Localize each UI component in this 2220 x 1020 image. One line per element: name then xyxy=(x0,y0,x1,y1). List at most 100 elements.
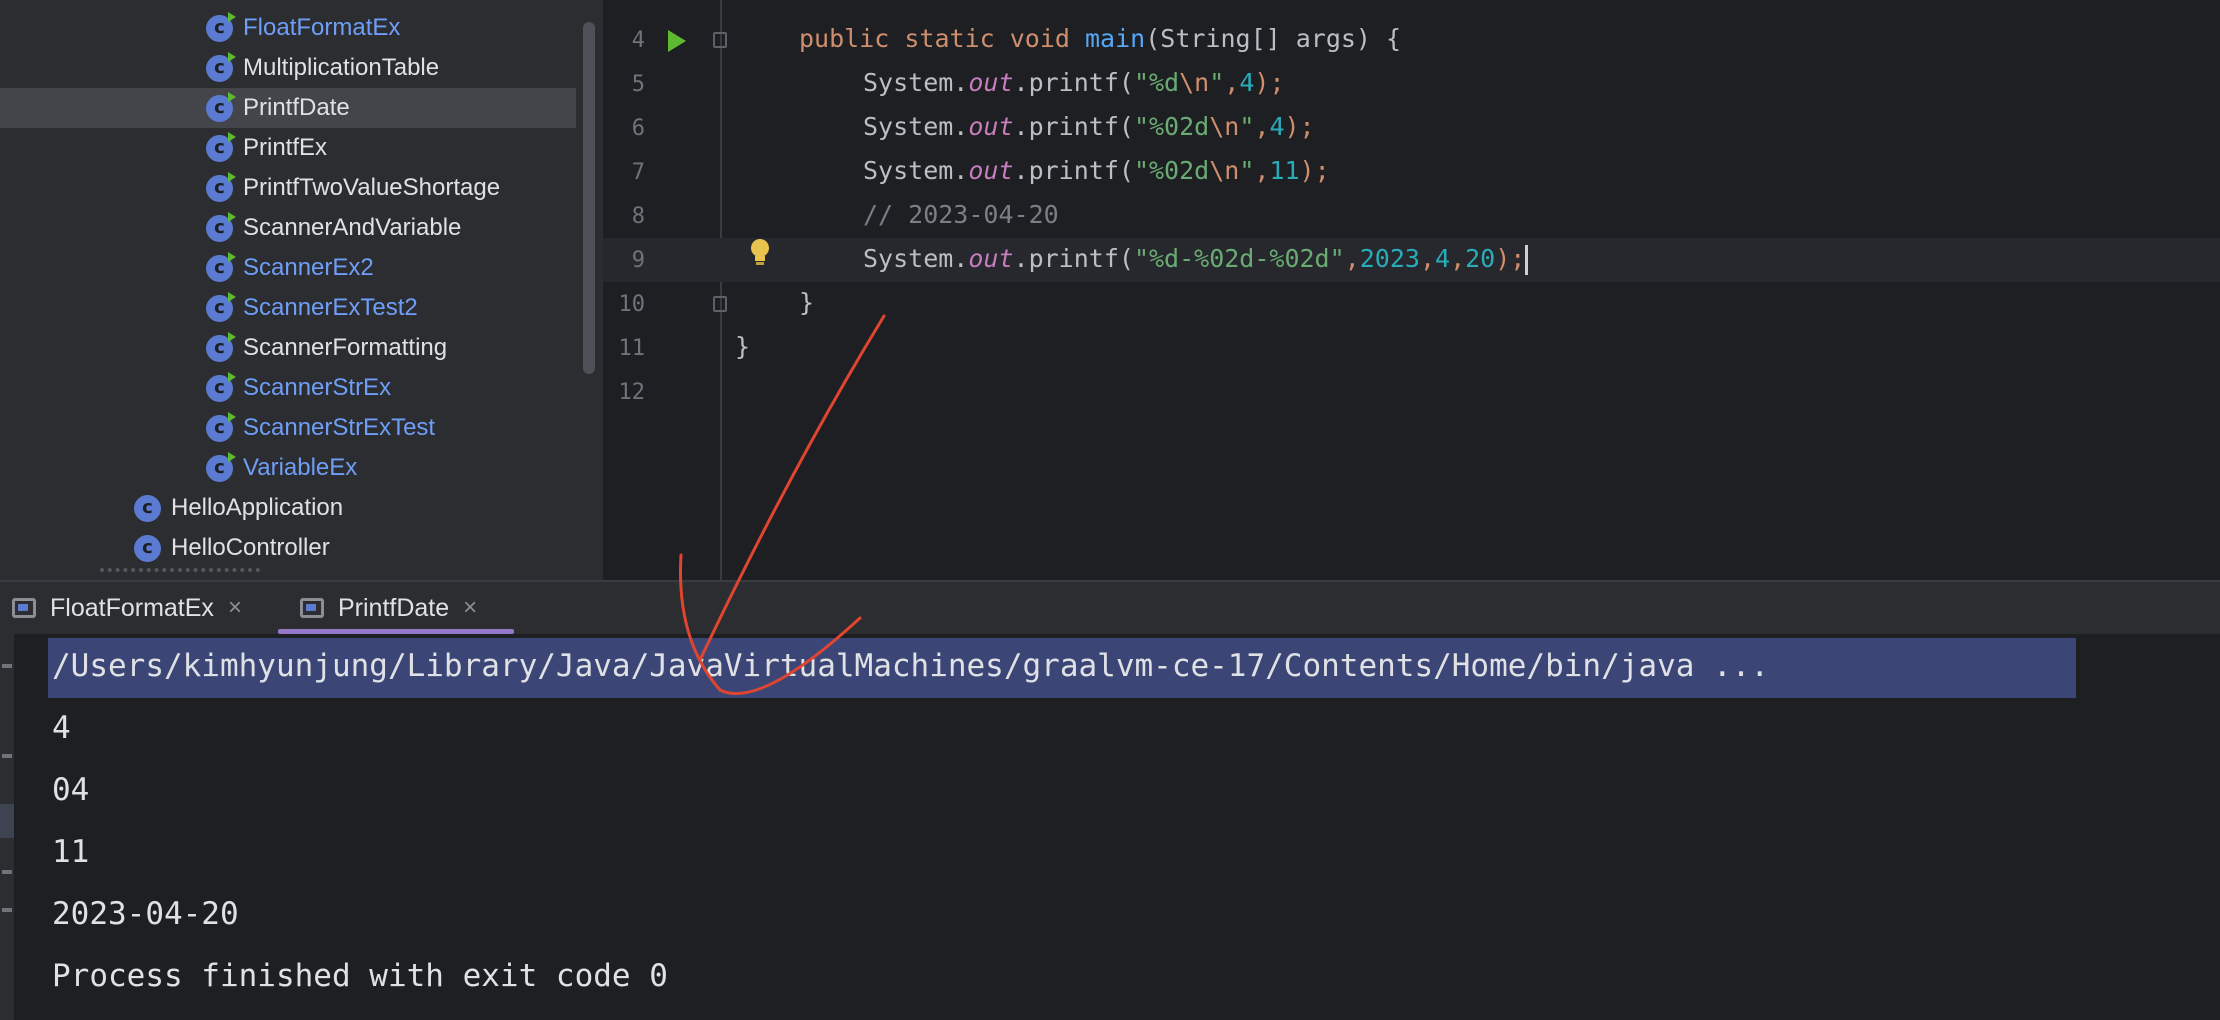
java-class-icon: c xyxy=(206,411,236,442)
code-line-6: System.out.printf("%02d\n",4); xyxy=(863,112,1315,141)
escape-sequence: \n xyxy=(1179,68,1210,97)
tree-item[interactable]: c PrintfTwoValueShortage xyxy=(0,168,576,208)
lightbulb-icon[interactable] xyxy=(748,237,772,269)
tree-item[interactable]: c MultiplicationTable xyxy=(0,48,576,88)
java-class-icon: c xyxy=(206,131,236,162)
comma: , xyxy=(1254,156,1270,185)
number-literal: 4 xyxy=(1269,112,1285,141)
code-text: .printf( xyxy=(1013,156,1134,185)
java-class-icon: c xyxy=(206,451,236,482)
tree-item[interactable]: c PrintfEx xyxy=(0,128,576,168)
tree-item[interactable]: c ScannerAndVariable xyxy=(0,208,576,248)
number-literal: 4 xyxy=(1435,244,1451,273)
tree-item-label: PrintfEx xyxy=(243,134,328,161)
number-literal: 2023 xyxy=(1359,244,1420,273)
code-text: System. xyxy=(863,68,969,97)
console-command-line: /Users/kimhyunjung/Library/Java/JavaVirt… xyxy=(52,648,1770,684)
code-text: (String[] args) { xyxy=(1145,24,1402,53)
fold-marker-icon[interactable] xyxy=(713,296,727,312)
text-caret xyxy=(1525,245,1529,275)
string-literal: " xyxy=(1239,156,1255,185)
string-literal: "%02d xyxy=(1133,112,1210,141)
tree-item-label: ScannerEx2 xyxy=(243,254,374,281)
keyword: public static void xyxy=(799,24,1070,53)
line-number: 7 xyxy=(631,160,645,185)
tree-item[interactable]: c VariableEx xyxy=(0,448,576,488)
close-icon[interactable]: × xyxy=(463,594,477,622)
console-output-line: 4 xyxy=(52,710,71,746)
run-console[interactable]: /Users/kimhyunjung/Library/Java/JavaVirt… xyxy=(0,634,2220,1020)
code-text: System. xyxy=(863,244,969,273)
java-class-icon: c xyxy=(206,211,236,242)
tree-item[interactable]: c ScannerStrExTest xyxy=(0,408,576,448)
code-line-5: System.out.printf("%d\n",4); xyxy=(863,68,1285,97)
comma: , xyxy=(1419,244,1435,273)
string-literal: "%d-%02d-%02d" xyxy=(1133,244,1345,273)
code-text: .printf( xyxy=(1013,112,1134,141)
tree-item-label: VariableEx xyxy=(243,454,358,481)
java-class-icon: c xyxy=(206,251,236,282)
tab-printf-date[interactable]: PrintfDate × xyxy=(300,582,477,634)
java-class-icon: c xyxy=(206,371,236,402)
code-text: ); xyxy=(1299,156,1330,185)
code-text: .printf( xyxy=(1013,68,1134,97)
string-literal: " xyxy=(1209,68,1225,97)
project-tree-panel: c FloatFormatEx c MultiplicationTable c Print… xyxy=(0,0,603,580)
java-class-icon: c xyxy=(206,11,236,42)
tree-item[interactable]: c FloatFormatEx xyxy=(0,8,576,48)
tree-item-label: FloatFormatEx xyxy=(243,14,401,41)
line-number: 10 xyxy=(618,292,646,317)
tree-item[interactable]: c ScannerEx2 xyxy=(0,248,576,288)
toolbar-icon[interactable] xyxy=(2,754,12,758)
comma: , xyxy=(1344,244,1360,273)
tree-item-label: PrintfTwoValueShortage xyxy=(243,174,501,201)
string-literal: " xyxy=(1239,112,1255,141)
escape-sequence: \n xyxy=(1209,156,1240,185)
tree-item[interactable]: c HelloController xyxy=(0,528,576,568)
tree-item[interactable]: c HelloApplication xyxy=(0,488,576,528)
line-number: 4 xyxy=(631,28,645,53)
field-out: out xyxy=(968,244,1014,273)
line-number: 11 xyxy=(618,336,646,361)
code-line-4: public static void main(String[] args) { xyxy=(799,24,1401,53)
tree-item-label: ScannerExTest2 xyxy=(243,294,418,321)
close-icon[interactable]: × xyxy=(228,594,242,622)
code-line-9: System.out.printf("%d-%02d-%02d",2023,4,… xyxy=(863,244,1529,275)
run-main-icon[interactable] xyxy=(668,30,686,52)
number-literal: 4 xyxy=(1239,68,1255,97)
tree-item-label: ScannerAndVariable xyxy=(243,214,462,241)
line-number: 6 xyxy=(631,116,645,141)
console-exit-message: Process finished with exit code 0 xyxy=(52,958,668,994)
tree-item[interactable]: c ScannerExTest2 xyxy=(0,288,576,328)
run-config-icon xyxy=(300,598,324,618)
tab-label: FloatFormatEx xyxy=(50,593,214,622)
tree-scrollbar[interactable] xyxy=(583,22,595,374)
tree-item-label: HelloApplication xyxy=(171,494,344,521)
console-output-line: 04 xyxy=(52,772,90,808)
tab-float-format-ex[interactable]: FloatFormatEx × xyxy=(12,582,242,634)
code-line-7: System.out.printf("%02d\n",11); xyxy=(863,156,1330,185)
toolbar-active-icon[interactable] xyxy=(0,804,14,838)
toolbar-icon[interactable] xyxy=(2,908,12,912)
tree-item-label: ScannerStrEx xyxy=(243,374,392,401)
tree-item[interactable]: c ScannerFormatting xyxy=(0,328,576,368)
code-brace: } xyxy=(735,332,751,361)
comma: , xyxy=(1254,112,1270,141)
escape-sequence: \n xyxy=(1209,112,1240,141)
console-output-line: 2023-04-20 xyxy=(52,896,239,932)
tree-item-label: ScannerFormatting xyxy=(243,334,448,361)
toolbar-icon[interactable] xyxy=(2,664,12,668)
tree-item[interactable]: c PrintfDate xyxy=(0,88,576,128)
code-text: ); xyxy=(1254,68,1285,97)
indent-guide xyxy=(720,0,722,580)
code-text: System. xyxy=(863,156,969,185)
toolbar-icon[interactable] xyxy=(2,870,12,874)
string-literal: "%02d xyxy=(1133,156,1210,185)
java-class-icon: c xyxy=(206,331,236,362)
code-editor[interactable]: 4 5 6 7 8 9 10 11 12 public static void … xyxy=(603,0,2220,580)
java-class-icon: c xyxy=(206,51,236,82)
tab-label: PrintfDate xyxy=(338,593,450,622)
fold-marker-icon[interactable] xyxy=(713,32,727,48)
tree-item[interactable]: c ScannerStrEx xyxy=(0,368,576,408)
comma: , xyxy=(1224,68,1240,97)
